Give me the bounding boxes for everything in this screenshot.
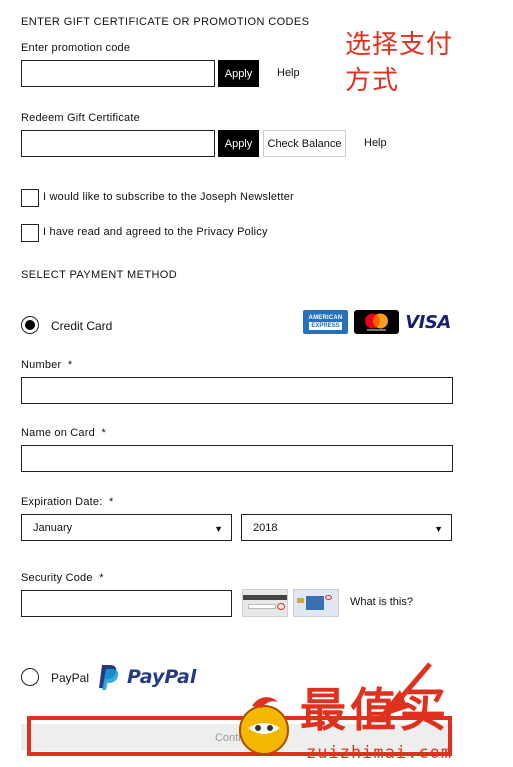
expiration-month-value: January <box>33 521 73 534</box>
newsletter-label: I would like to subscribe to the Joseph … <box>43 191 294 203</box>
promo-code-label: Enter promotion code <box>21 42 131 54</box>
promo-apply-button[interactable]: Apply <box>218 60 259 87</box>
required-mark: * <box>99 572 104 584</box>
gift-help-link[interactable]: Help <box>364 137 387 149</box>
card-number-label-text: Number <box>21 359 62 371</box>
check-balance-button[interactable]: Check Balance <box>263 130 346 157</box>
required-mark: * <box>67 359 73 371</box>
paypal-logo-text: PayPal <box>127 666 197 688</box>
gift-apply-button[interactable]: Apply <box>218 130 259 157</box>
required-mark: * <box>101 427 106 439</box>
chevron-down-icon: ▼ <box>434 524 443 534</box>
amex-logo-text-line1: AMERICAN <box>308 315 343 321</box>
expiration-month-select[interactable]: January ▼ <box>21 514 232 541</box>
gift-certificate-label: Redeem Gift Certificate <box>21 112 140 124</box>
expiration-label: Expiration Date: * <box>21 496 113 508</box>
payment-section-title: SELECT PAYMENT METHOD <box>21 269 178 281</box>
card-number-label: Number * <box>21 359 72 371</box>
promo-help-link[interactable]: Help <box>277 67 300 79</box>
mastercard-circles-icon <box>365 313 388 331</box>
privacy-checkbox[interactable] <box>21 224 39 242</box>
watermark-chinese-text: 最值买 <box>300 683 450 737</box>
watermark-domain-text: zuizhimai.com <box>306 743 453 763</box>
security-code-input[interactable] <box>21 590 232 617</box>
expiration-year-select[interactable]: 2018 ▼ <box>241 514 452 541</box>
what-is-this-link[interactable]: What is this? <box>350 596 413 608</box>
watermark-mascot-icon <box>230 688 294 758</box>
security-code-label-text: Security Code <box>21 572 93 584</box>
annotation-text-line2: 方式 <box>345 66 400 96</box>
required-mark: * <box>108 496 114 508</box>
name-on-card-input[interactable] <box>21 445 453 472</box>
card-back-icon <box>242 589 288 617</box>
card-front-icon <box>293 589 339 617</box>
card-number-input[interactable] <box>21 377 453 404</box>
newsletter-checkbox[interactable] <box>21 189 39 207</box>
paypal-label: PayPal <box>51 671 90 685</box>
amex-logo-text-line2: EXPRESS <box>309 322 342 330</box>
gift-certificate-input[interactable] <box>21 130 215 157</box>
mastercard-logo <box>354 310 399 334</box>
name-on-card-label-text: Name on Card <box>21 427 95 439</box>
paypal-radio[interactable] <box>21 668 39 686</box>
expiration-label-text: Expiration Date: <box>21 496 103 508</box>
annotation-text-line1: 选择支付 <box>345 30 454 60</box>
promo-section-title: ENTER GIFT CERTIFICATE OR PROMOTION CODE… <box>21 16 310 28</box>
promo-code-input[interactable] <box>21 60 215 87</box>
security-code-label: Security Code * <box>21 572 104 584</box>
credit-card-label: Credit Card <box>51 319 113 333</box>
privacy-label: I have read and agreed to the Privacy Po… <box>43 226 268 238</box>
expiration-year-value: 2018 <box>253 521 278 534</box>
credit-card-radio[interactable] <box>21 316 39 334</box>
paypal-logo: PayPal <box>127 666 196 688</box>
name-on-card-label: Name on Card * <box>21 427 106 439</box>
visa-logo: VISA <box>405 311 451 333</box>
paypal-p-icon <box>98 664 120 690</box>
amex-logo: AMERICAN EXPRESS <box>303 310 348 334</box>
chevron-down-icon: ▼ <box>214 524 223 534</box>
